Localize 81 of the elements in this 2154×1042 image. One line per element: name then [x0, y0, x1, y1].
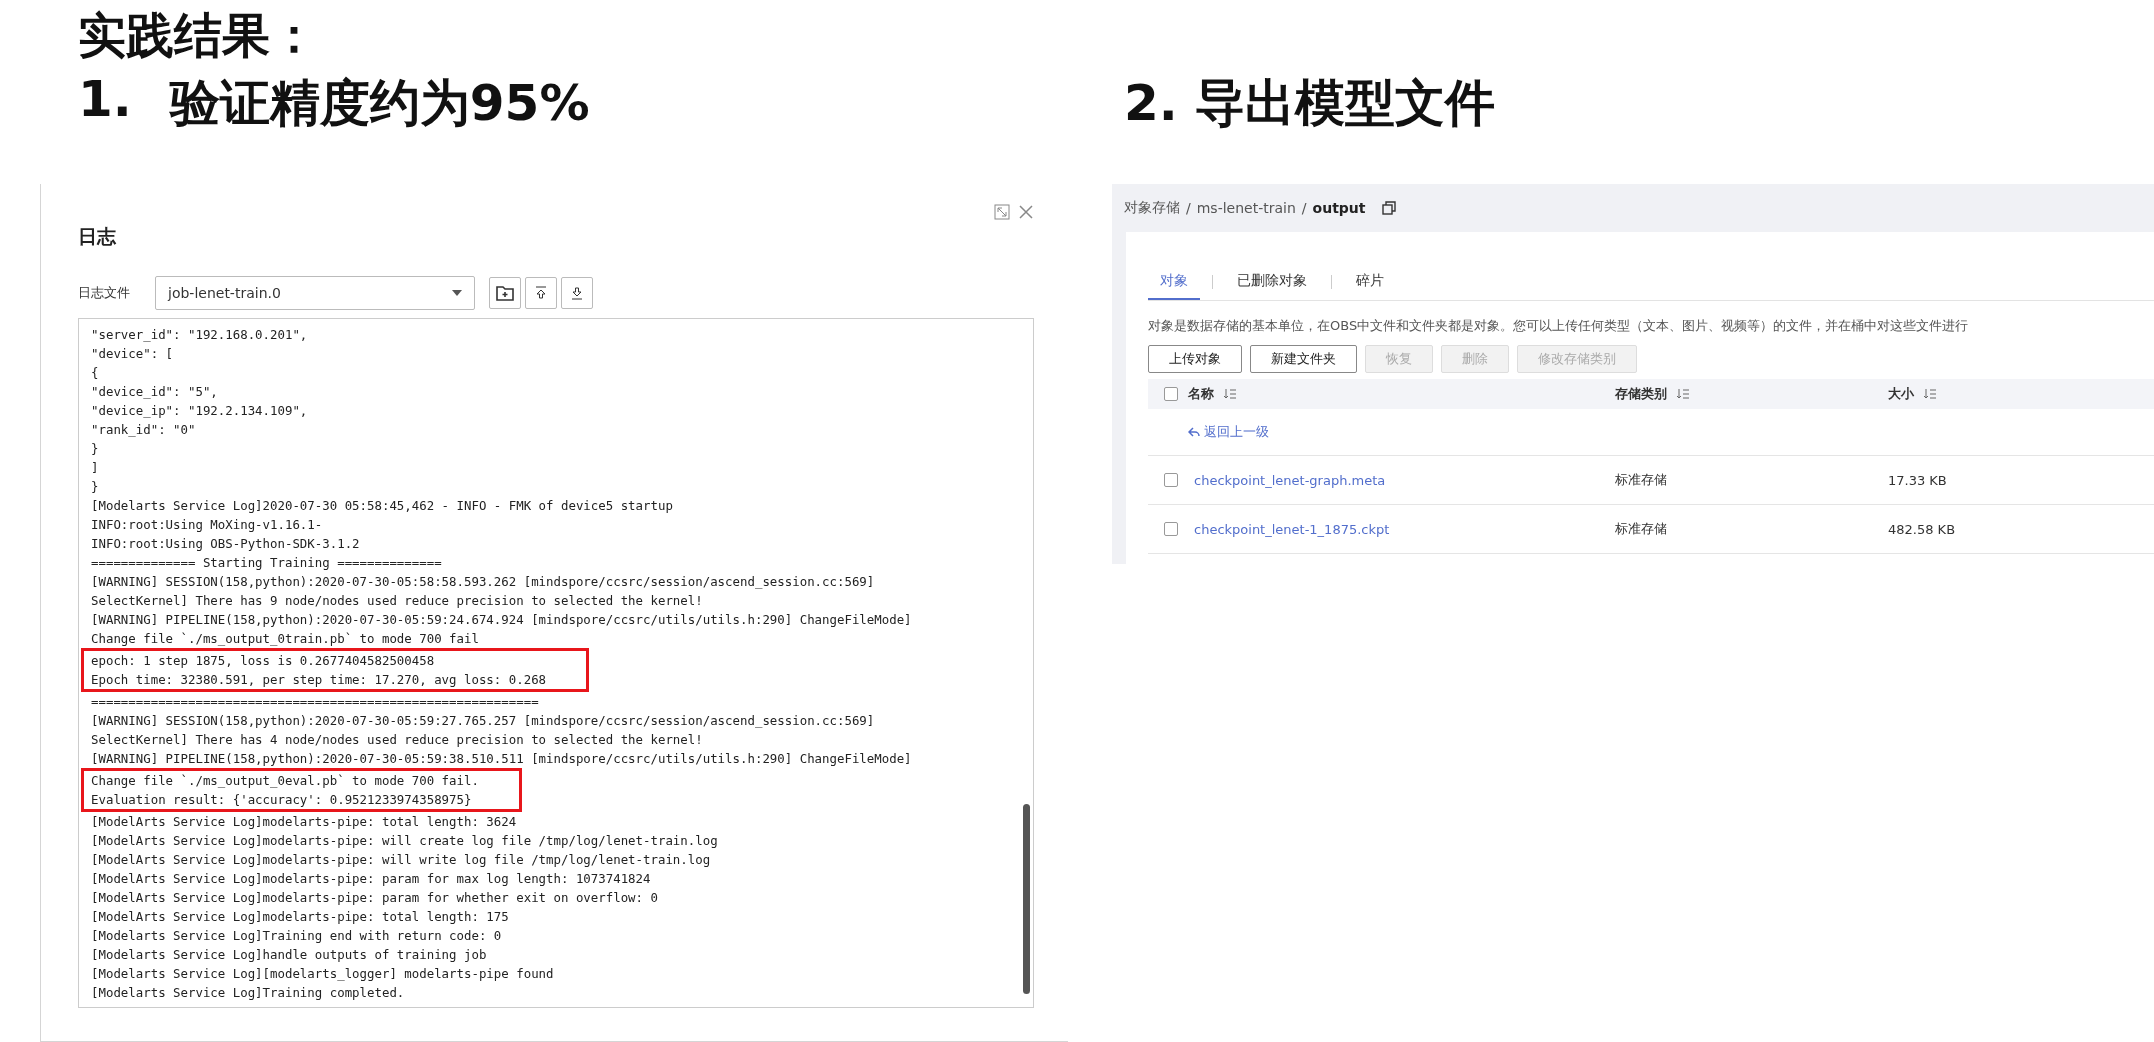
log-line: [Modelarts Service Log]Training completed.	[91, 984, 406, 1002]
scroll-top-button[interactable]	[525, 277, 557, 309]
breadcrumb-item: output	[1312, 200, 1366, 216]
log-line: [ModelArts Service Log]modelarts-pipe: total length: 3624	[91, 813, 518, 831]
log-line: {	[91, 364, 100, 382]
row-checkbox[interactable]	[1164, 473, 1178, 487]
back-arrow-icon	[1188, 427, 1200, 437]
log-line: [ModelArts Service Log]modelarts-pipe: param for whether exit on overflow: 0	[91, 889, 659, 907]
log-line: [ModelArts Service Log]modelarts-pipe: param for max log length: 1073741824	[91, 870, 652, 888]
slide-heading: 验证精度约为95%	[169, 73, 590, 134]
select-all-checkbox[interactable]	[1164, 387, 1178, 401]
table-cell: 482.58 KB	[1876, 505, 2154, 554]
breadcrumb-separator: /	[1186, 200, 1191, 216]
log-line: [Modelarts Service Log]2020-07-30 05:58:45,462 - INFO - FMK of device5 startup	[91, 497, 674, 515]
log-line: ============================================================	[91, 693, 540, 711]
description-text: 对象是数据存储的基本单位，在OBS中文件和文件夹都是对象。您可以上传任何类型（文本、图片、视频等）的文件，并在桶中对这些文件进行	[1148, 317, 1970, 335]
log-line: [WARNING] SESSION(158,python):2020-07-30-05:59:27.765.257 [mindspore/ccsrc/session/ascend_session.cc:569]	[91, 712, 876, 730]
back-link[interactable]: 返回上一级	[1188, 423, 1269, 441]
log-line: "device_id": "5",	[91, 383, 219, 401]
table-cell: 17.33 KB	[1876, 456, 2154, 505]
log-line: INFO:root:Using OBS-Python-SDK-3.1.2	[91, 535, 361, 553]
dialog-title: 日志	[78, 224, 117, 249]
log-line: [ModelArts Service Log]modelarts-pipe: will create log file /tmp/log/lenet-train.log	[91, 832, 718, 850]
log-line: INFO:root:Using MoXing-v1.16.1-	[91, 516, 324, 534]
row-checkbox[interactable]	[1164, 522, 1178, 536]
file-link[interactable]: checkpoint_lenet-1_1875.ckpt	[1194, 521, 1390, 537]
log-line: [WARNING] PIPELINE(158,python):2020-07-30-05:59:38.510.511 [mindspore/ccsrc/utils/utils.h:290] ChangeFileMode]	[91, 750, 912, 768]
log-line: "server_id": "192.168.0.201",	[91, 326, 309, 344]
log-line: [ModelArts Service Log]modelarts-pipe: will write log file /tmp/log/lenet-train.log	[91, 851, 712, 869]
log-line: "device_ip": "192.2.134.109",	[91, 402, 309, 420]
log-line: "device": [	[91, 345, 175, 363]
column-header: 名称	[1148, 379, 1603, 409]
arrow-up-icon	[535, 286, 547, 300]
log-line: [Modelarts Service Log]handle outputs of training job	[91, 946, 488, 964]
log-line: }	[91, 440, 100, 458]
action-button[interactable]: 新建文件夹	[1250, 345, 1357, 373]
log-line: ]	[91, 459, 100, 477]
table-cell: 标准存储	[1603, 505, 1876, 554]
log-line: [WARNING] PIPELINE(158,python):2020-07-30-05:59:24.674.924 [mindspore/ccsrc/utils/utils.h:290] ChangeFileMode]	[91, 611, 912, 629]
log-line: [Modelarts Service Log]Training end with return code: 0	[91, 927, 503, 945]
sort-icon[interactable]	[1224, 389, 1236, 399]
tab[interactable]: 对象	[1148, 264, 1200, 300]
log-line: Evaluation result: {'accuracy': 0.9521233974358975}	[91, 791, 473, 809]
action-button[interactable]: 上传对象	[1148, 345, 1242, 373]
breadcrumb-item[interactable]: 对象存储	[1124, 199, 1180, 217]
log-line: }	[91, 478, 100, 496]
table-cell: 标准存储	[1603, 456, 1876, 505]
close-icon[interactable]	[1018, 204, 1034, 220]
arrow-down-icon	[571, 286, 583, 300]
tab[interactable]: 碎片	[1344, 264, 1396, 300]
tab[interactable]: 已删除对象	[1225, 264, 1319, 300]
field-label: 日志文件	[78, 284, 131, 302]
scrollbar-thumb[interactable]	[1023, 804, 1030, 994]
breadcrumb-separator: /	[1301, 200, 1307, 216]
log-line: Epoch time: 32380.591, per step time: 17.270, avg loss: 0.268	[91, 671, 547, 689]
breadcrumb-item[interactable]: ms-lenet-train	[1196, 200, 1296, 216]
log-line: SelectKernel] There has 4 node/nodes used reduce precision to selected the kernel!	[91, 731, 704, 749]
log-line: ============== Starting Training ==============	[91, 554, 443, 572]
copy-icon[interactable]	[1381, 201, 1396, 215]
download-button[interactable]	[561, 277, 593, 309]
log-line: epoch: 1 step 1875, loss is 0.2677404582500458	[91, 652, 436, 670]
column-header: 大小	[1876, 379, 2154, 409]
file-link[interactable]: checkpoint_lenet-graph.meta	[1194, 472, 1386, 488]
sort-icon[interactable]	[1924, 389, 1936, 399]
slide-title: 实践结果：	[77, 6, 319, 62]
slide-heading: 2. 导出模型文件	[1124, 73, 1496, 134]
log-file-select[interactable]: job-lenet-train.0	[155, 276, 475, 310]
expand-icon[interactable]	[994, 204, 1010, 220]
log-line: [Modelarts Service Log][modelarts_logger] modelarts-pipe found	[91, 965, 555, 983]
log-line: Change file `./ms_output_0train.pb` to mode 700 fail	[91, 630, 480, 648]
log-line: "rank_id": "0"	[91, 421, 197, 439]
sort-icon[interactable]	[1677, 389, 1689, 399]
folder-button[interactable]	[489, 277, 521, 309]
log-line: [WARNING] SESSION(158,python):2020-07-30-05:58:58.593.262 [mindspore/ccsrc/session/ascend_session.cc:569]	[91, 573, 876, 591]
folder-icon	[496, 285, 514, 301]
log-line: [ModelArts Service Log]modelarts-pipe: total length: 175	[91, 908, 510, 926]
log-line: SelectKernel] There has 9 node/nodes used reduce precision to selected the kernel!	[91, 592, 704, 610]
heading-number: 1.	[78, 70, 132, 130]
log-line: Change file `./ms_output_0eval.pb` to mode 700 fail.	[91, 772, 479, 790]
caret-icon	[452, 290, 462, 296]
column-header: 存储类别	[1603, 379, 1876, 409]
